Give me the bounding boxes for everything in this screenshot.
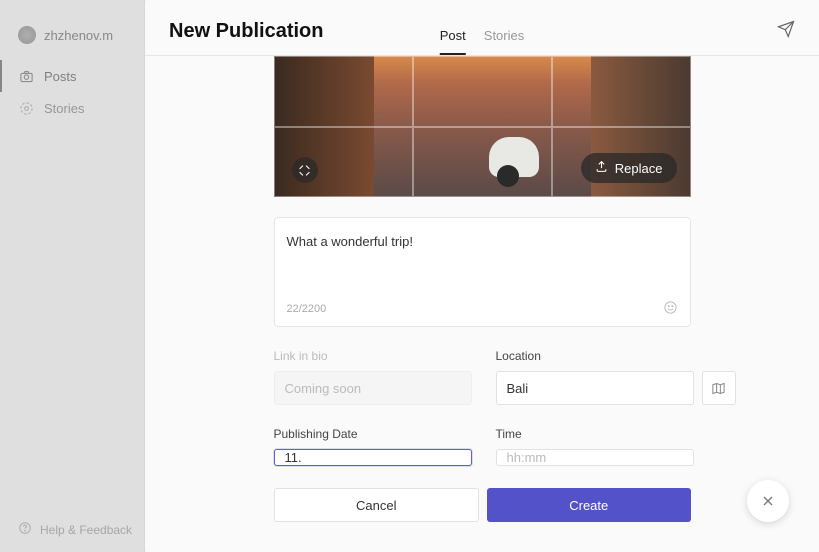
tab-stories[interactable]: Stories — [484, 28, 524, 55]
replace-button[interactable]: Replace — [581, 153, 677, 183]
tabs: Post Stories — [440, 28, 524, 55]
link-in-bio-group: Link in bio — [274, 349, 472, 405]
location-label: Location — [496, 349, 736, 363]
link-in-bio-label: Link in bio — [274, 349, 472, 363]
caption-input[interactable]: What a wonderful trip! 22/2200 — [274, 217, 691, 327]
location-group: Location — [496, 349, 736, 405]
close-button[interactable] — [747, 480, 789, 522]
time-group: Time — [496, 427, 694, 466]
emoji-icon[interactable] — [663, 300, 678, 318]
crop-button[interactable] — [292, 157, 318, 183]
tab-post[interactable]: Post — [440, 28, 466, 55]
upload-icon — [595, 160, 608, 176]
cancel-button[interactable]: Cancel — [274, 488, 480, 522]
dim-overlay — [0, 0, 145, 552]
map-button[interactable] — [702, 371, 736, 405]
new-publication-modal: New Publication Post Stories — [145, 0, 819, 552]
time-label: Time — [496, 427, 694, 441]
link-in-bio-input — [274, 371, 472, 405]
modal-content: Replace What a wonderful trip! 22/2200 L… — [145, 56, 819, 522]
modal-header: New Publication Post Stories — [145, 0, 819, 56]
publishing-date-group: Publishing Date — [274, 427, 472, 466]
modal-title: New Publication — [169, 20, 323, 55]
char-counter: 22/2200 — [287, 303, 327, 315]
location-input[interactable] — [496, 371, 694, 405]
publishing-date-input[interactable] — [274, 449, 472, 466]
caption-text: What a wonderful trip! — [287, 234, 678, 292]
replace-label: Replace — [615, 161, 663, 176]
image-preview[interactable]: Replace — [274, 56, 691, 197]
create-button[interactable]: Create — [487, 488, 691, 522]
publishing-date-label: Publishing Date — [274, 427, 472, 441]
share-icon[interactable] — [777, 20, 795, 55]
time-input[interactable] — [496, 449, 694, 466]
